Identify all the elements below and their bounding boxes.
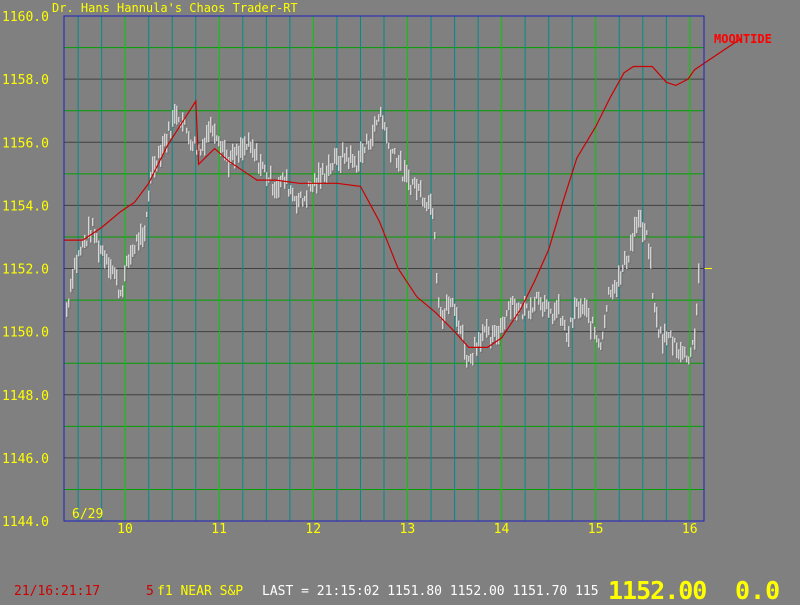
y-tick-label: 1148.0 (2, 389, 49, 404)
chart-title: Dr. Hans Hannula's Chaos Trader-RT (52, 1, 298, 15)
status-bar: 21/16:21:17 5 f1 NEAR S&P LAST = 21:15:0… (0, 576, 800, 605)
y-tick-label: 1150.0 (2, 326, 49, 341)
y-tick-label: 1160.0 (2, 10, 49, 25)
y-tick-label: 1144.0 (2, 515, 49, 530)
x-tick-label: 14 (494, 522, 510, 537)
y-tick-label: 1156.0 (2, 136, 49, 151)
moontide-label: MOONTIDE (714, 32, 772, 46)
date-label: 6/29 (72, 507, 103, 522)
y-axis-labels: 1160.0 1158.0 1156.0 1154.0 1152.0 1150.0 1148… (2, 10, 49, 530)
x-tick-label: 12 (305, 522, 321, 537)
x-tick-label: 10 (117, 522, 133, 537)
x-axis-labels: 10 11 12 13 14 15 16 (117, 522, 697, 537)
y-tick-label: 1152.0 (2, 263, 49, 278)
status-symbol: f1 NEAR S&P (157, 584, 244, 599)
x-tick-label: 16 (682, 522, 698, 537)
status-big-price: 1152.00 (608, 576, 707, 605)
y-tick-label: 1158.0 (2, 73, 49, 88)
y-tick-label: 1146.0 (2, 452, 49, 467)
x-tick-label: 13 (400, 522, 416, 537)
chart-canvas: 1160.0 1158.0 1156.0 1154.0 1152.0 1150.0 1148… (2, 1, 772, 537)
x-tick-label: 15 (588, 522, 604, 537)
status-change: 0.0 (735, 576, 781, 605)
status-time: 21/16:21:17 (14, 584, 101, 599)
status-last-quote: LAST = 21:15:02 1151.80 1152.00 1151.70 … (262, 584, 599, 599)
y-tick-label: 1154.0 (2, 199, 49, 214)
x-tick-label: 11 (211, 522, 227, 537)
status-symbol-number: 5 (146, 584, 154, 599)
